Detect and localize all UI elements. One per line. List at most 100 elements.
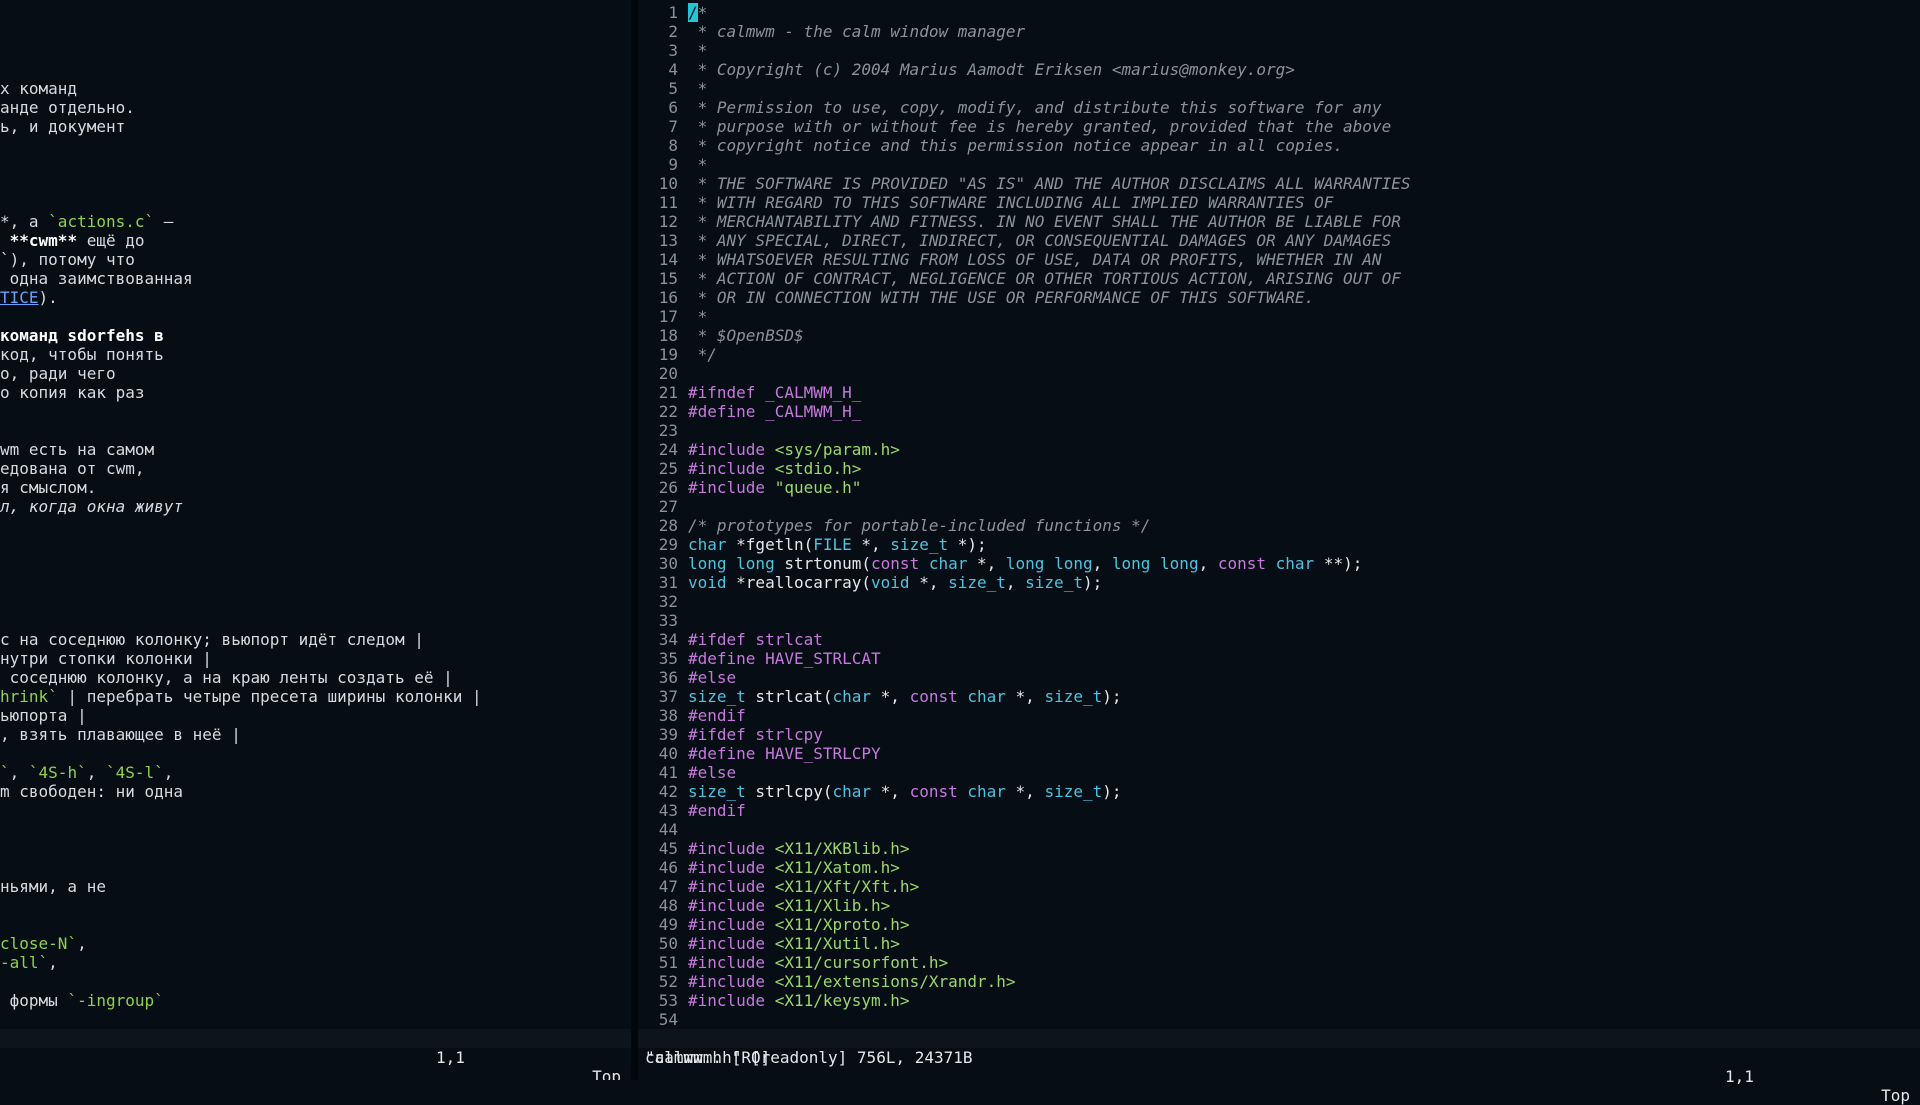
text-span: , <box>163 763 174 782</box>
text-line: TICE). <box>0 288 631 307</box>
line-number: 31 <box>658 573 678 592</box>
code-token: const <box>909 782 958 801</box>
text-span: `4S-h` <box>28 763 87 782</box>
code-text: /* prototypes for portable-included func… <box>688 516 1150 535</box>
code-text: #include <X11/extensions/Xrandr.h> <box>688 972 1016 991</box>
text-line <box>0 307 631 326</box>
code-line: 26 #include "queue.h" <box>638 478 1920 497</box>
text-span: , взять плавающее в неё | <box>0 725 241 744</box>
text-span: нутри стопки колонки | <box>0 649 212 668</box>
code-text: size_t strlcat(char *, const char *, siz… <box>688 687 1122 706</box>
code-token: <X11/cursorfont.h> <box>774 953 949 972</box>
code-token: #define _CALMWM_H_ <box>688 402 862 421</box>
text-span: ` <box>0 763 10 782</box>
code-token: #ifndef _CALMWM_H_ <box>688 383 862 402</box>
text-span: | перебрать четыре пресета ширины колонк… <box>57 687 482 706</box>
text-line <box>0 573 631 592</box>
code-token: long long <box>1005 554 1093 573</box>
line-number: 38 <box>658 706 678 725</box>
line-number: 52 <box>658 972 678 991</box>
text-line: едована от cwm, <box>0 459 631 478</box>
right-buffer-code[interactable]: 1/* 2 * calmwm - the calm window manager 3… <box>638 3 1920 1029</box>
code-token: <X11/Xlib.h> <box>774 896 891 915</box>
text-span: команд sdorfehs в <box>0 326 164 345</box>
text-span: я смыслом. <box>0 478 97 497</box>
code-line: 16 * OR IN CONNECTION WITH THE USE OR PE… <box>638 288 1920 307</box>
text-span: , <box>77 934 87 953</box>
code-token: * ANY SPECIAL, DIRECT, INDIRECT, OR CONS… <box>688 231 1392 250</box>
left-buffer-text[interactable]: х команд анде отдельно. ь, и документ *, а … <box>0 3 631 1029</box>
text-line: `, `4S-h`, `4S-l`, <box>0 763 631 782</box>
code-token: */ <box>688 345 717 364</box>
code-token: *, <box>871 782 910 801</box>
text-line <box>0 516 631 535</box>
line-number: 11 <box>658 193 678 212</box>
code-token: * THE SOFTWARE IS PROVIDED "AS IS" AND T… <box>688 174 1411 193</box>
line-number: 51 <box>658 953 678 972</box>
code-line: 1 /* <box>638 3 1920 22</box>
code-token: size_t <box>688 782 746 801</box>
code-line: 38 #endif <box>638 706 1920 725</box>
code-line: 49 #include <X11/Xproto.h> <box>638 915 1920 934</box>
line-number: 7 <box>668 117 678 136</box>
code-token: "queue.h" <box>774 478 862 497</box>
right-cursor-position: 1,1 <box>1725 1067 1754 1086</box>
code-text: * copyright notice and this permission n… <box>688 136 1343 155</box>
line-number: 39 <box>658 725 678 744</box>
code-token: *, <box>967 554 1006 573</box>
code-token: * copyright notice and this permission n… <box>688 136 1344 155</box>
code-text: #include <X11/Xproto.h> <box>688 915 910 934</box>
line-number: 22 <box>658 402 678 421</box>
code-line: 29 char *fgetln(FILE *, size_t *); <box>638 535 1920 554</box>
left-status-line: 1,1 Top <box>0 1029 631 1080</box>
code-text: char *fgetln(FILE *, size_t *); <box>688 535 987 554</box>
code-text: #include <X11/cursorfont.h> <box>688 953 948 972</box>
code-line: 8 * copyright notice and this permission… <box>638 136 1920 155</box>
text-line: код, чтобы понять <box>0 345 631 364</box>
code-text: * $OpenBSD$ <box>688 326 804 345</box>
code-line: 21 #ifndef _CALMWM_H_ <box>638 383 1920 402</box>
code-line: 42 size_t strlcpy(char *, const char *, s… <box>638 782 1920 801</box>
left-editor-pane[interactable]: х команд анде отдельно. ь, и документ *, а … <box>0 0 631 1080</box>
text-line: соседнюю колонку, а на краю ленты создат… <box>0 668 631 687</box>
text-line <box>0 22 631 41</box>
code-line: 23 <box>638 421 1920 440</box>
code-token: #endif <box>688 801 746 820</box>
text-line: -all`, <box>0 953 631 972</box>
code-token: * ACTION OF CONTRACT, NEGLIGENCE OR OTHE… <box>688 269 1401 288</box>
text-line <box>0 174 631 193</box>
code-token: size_t <box>890 535 949 554</box>
text-span: о копия как раз <box>0 383 145 402</box>
code-token: char <box>928 554 968 573</box>
text-line <box>0 1010 631 1029</box>
code-line: 24 #include <sys/param.h> <box>638 440 1920 459</box>
code-text: #endif <box>688 706 746 725</box>
text-span[interactable]: TICE <box>0 288 39 307</box>
code-text: * WHATSOEVER RESULTING FROM LOSS OF USE,… <box>688 250 1382 269</box>
text-line: анде отдельно. <box>0 98 631 117</box>
text-line <box>0 820 631 839</box>
code-text: * THE SOFTWARE IS PROVIDED "AS IS" AND T… <box>688 174 1411 193</box>
line-number: 49 <box>658 915 678 934</box>
code-token: #else <box>688 668 737 687</box>
line-number: 17 <box>658 307 678 326</box>
line-number: 2 <box>668 22 678 41</box>
text-span: m свободен: ни одна <box>0 782 184 801</box>
code-line: 40 #define HAVE_STRLCPY <box>638 744 1920 763</box>
line-number: 19 <box>658 345 678 364</box>
code-line: 41 #else <box>638 763 1920 782</box>
code-token: strlcpy( <box>745 782 833 801</box>
code-token: #endif <box>688 706 746 725</box>
code-token: #define HAVE_STRLCAT <box>688 649 881 668</box>
code-text: */ <box>688 345 717 364</box>
text-line <box>0 136 631 155</box>
code-line: 31 void *reallocarray(void *, size_t, siz… <box>638 573 1920 592</box>
code-text: #define HAVE_STRLCAT <box>688 649 881 668</box>
right-editor-pane[interactable]: 1/* 2 * calmwm - the calm window manager 3… <box>638 0 1920 1080</box>
text-line: m свободен: ни одна <box>0 782 631 801</box>
code-token: #include <box>688 858 775 877</box>
code-text: #include <X11/Xatom.h> <box>688 858 900 877</box>
code-text: #include <X11/Xlib.h> <box>688 896 890 915</box>
vertical-split-separator[interactable] <box>631 0 638 1080</box>
